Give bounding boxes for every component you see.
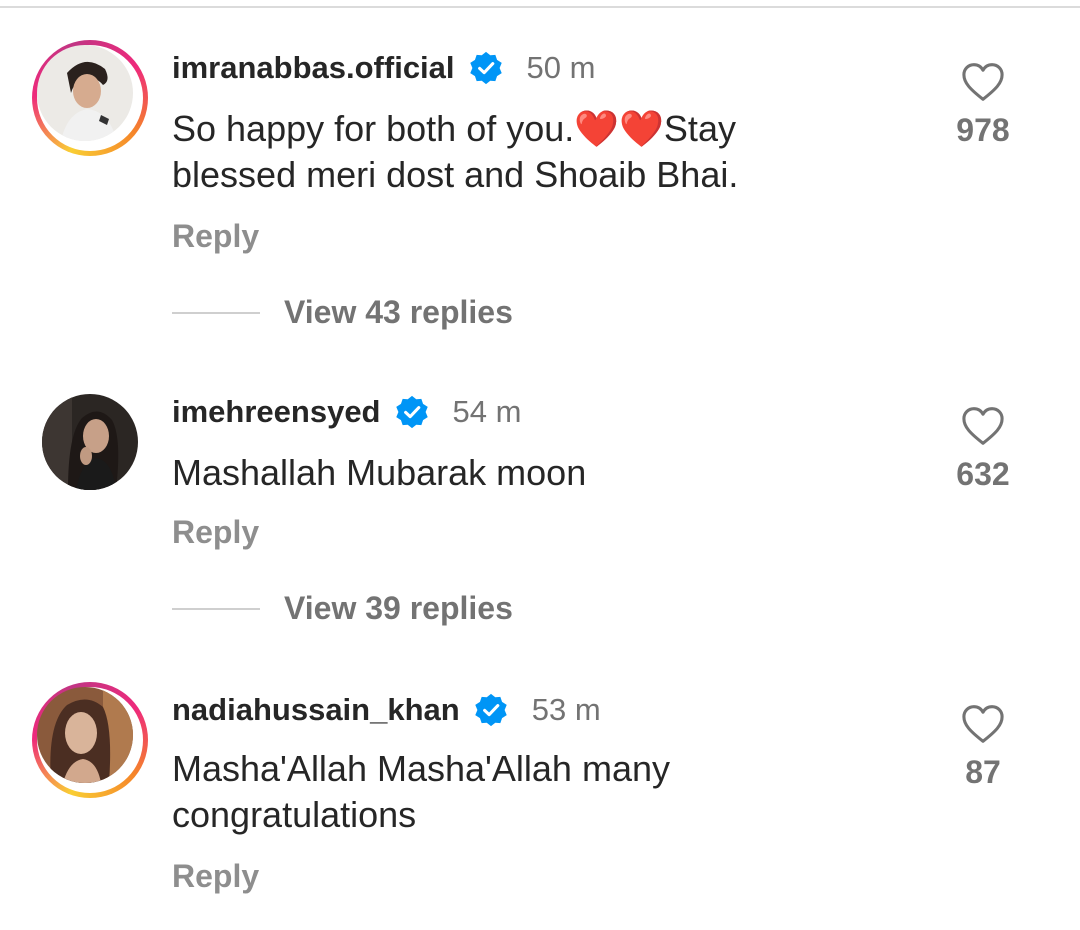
- verified-badge-icon: [469, 51, 502, 85]
- reply-button[interactable]: Reply: [172, 218, 259, 255]
- verified-badge-icon: [474, 693, 507, 727]
- like-control: 978: [938, 62, 1028, 149]
- comment-text: Masha'Allah Masha'Allah many congratulat…: [172, 748, 670, 835]
- heart-outline-icon[interactable]: [961, 406, 1005, 446]
- comment-header: imranabbas.official 50 m: [172, 46, 595, 90]
- reply-button[interactable]: Reply: [172, 514, 259, 551]
- comment-time: 54 m: [452, 394, 522, 429]
- comment-time: 50 m: [526, 50, 596, 85]
- like-count: 87: [965, 754, 1001, 790]
- view-replies-line: [172, 607, 260, 610]
- avatar-image: [37, 687, 133, 783]
- view-replies-button[interactable]: View 39 replies: [172, 590, 513, 627]
- comment-text: Mashallah Mubarak moon: [172, 452, 587, 493]
- heart-outline-icon[interactable]: [961, 704, 1005, 744]
- avatar[interactable]: [32, 682, 148, 798]
- heart-outline-icon[interactable]: [961, 62, 1005, 102]
- view-replies-button[interactable]: View 43 replies: [172, 294, 513, 331]
- comment-header: nadiahussain_khan 53 m: [172, 688, 601, 732]
- like-count: 978: [956, 112, 1010, 148]
- comment-header: imehreensyed 54 m: [172, 390, 521, 434]
- avatar-image: [37, 45, 133, 141]
- avatar[interactable]: [42, 394, 138, 490]
- reply-button[interactable]: Reply: [172, 858, 259, 895]
- comment-time: 53 m: [531, 692, 601, 727]
- like-control: 87: [938, 704, 1028, 791]
- username[interactable]: imehreensyed: [172, 394, 381, 430]
- verified-badge-icon: [395, 395, 428, 429]
- view-replies-line: [172, 311, 260, 314]
- like-count: 632: [956, 456, 1010, 492]
- username[interactable]: imranabbas.official: [172, 50, 455, 86]
- username[interactable]: nadiahussain_khan: [172, 692, 460, 728]
- avatar[interactable]: [32, 40, 148, 156]
- comment-text: So happy for both of you.❤️❤️Stay blesse…: [172, 108, 739, 195]
- top-divider: [0, 6, 1080, 8]
- like-control: 632: [938, 406, 1028, 493]
